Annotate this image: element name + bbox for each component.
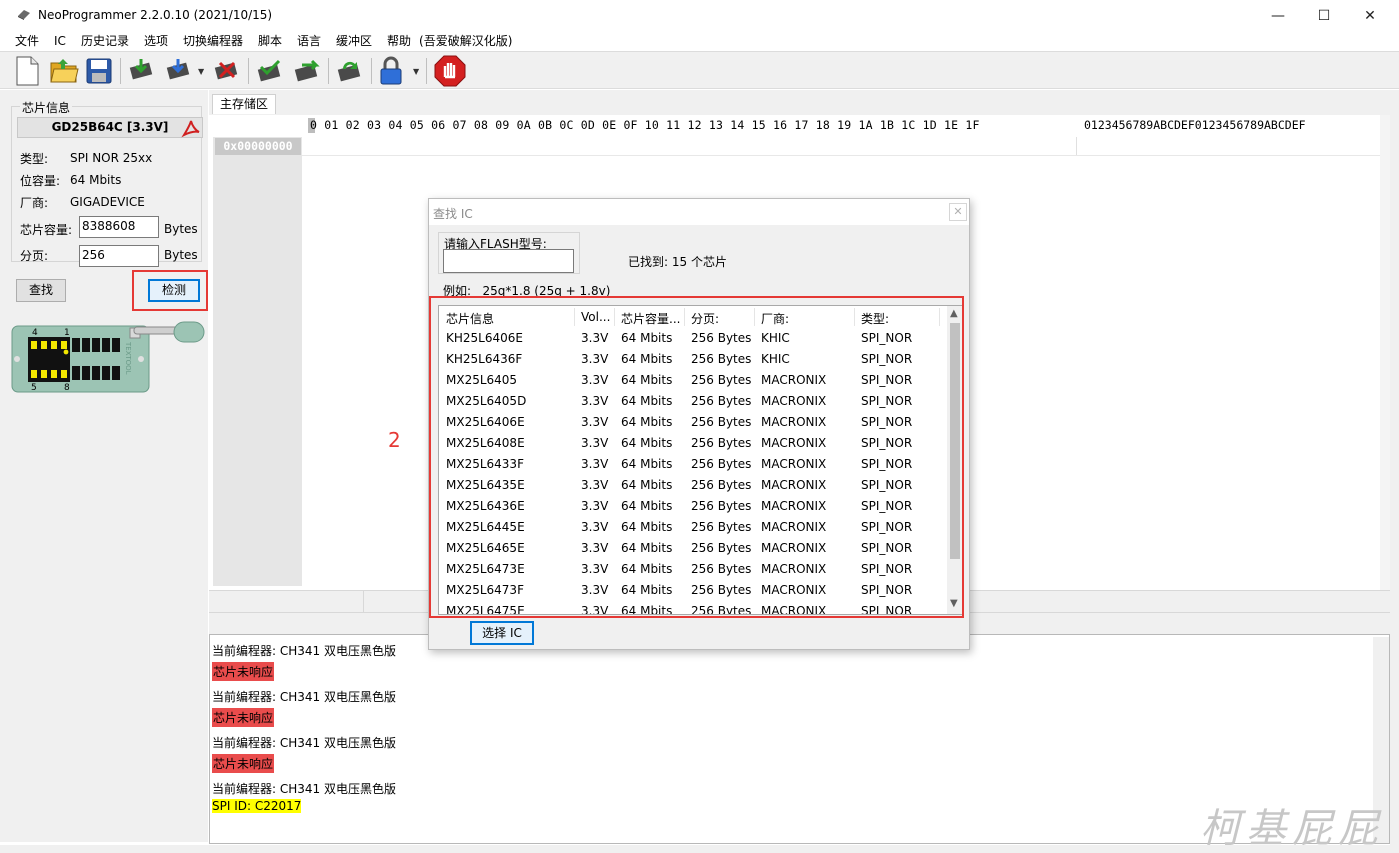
write-chip-icon[interactable] <box>163 55 195 87</box>
pdf-icon[interactable] <box>180 118 202 138</box>
tab-main-memory[interactable]: 主存储区 <box>212 94 276 114</box>
socket-brand: TEXTOOL <box>124 341 132 375</box>
type-value: SPI NOR 25xx <box>70 151 153 165</box>
close-button[interactable]: ✕ <box>1347 0 1393 31</box>
pin1-label: 1 <box>64 328 70 338</box>
menu-buffer[interactable]: 缓冲区 <box>336 31 372 51</box>
menu-help[interactable]: 帮助 <box>387 31 411 51</box>
size-label: 芯片容量: <box>20 223 73 237</box>
stop-icon[interactable] <box>434 55 466 87</box>
size-field[interactable]: 8388608 <box>79 216 159 238</box>
hex-column-header: 0 01 02 03 04 05 06 07 08 09 0A 0B 0C 0D… <box>310 118 980 132</box>
toolbar: ▼ ▼ <box>0 51 1399 89</box>
menu-language[interactable]: 语言 <box>297 31 321 51</box>
read-chip-icon[interactable] <box>126 55 158 87</box>
ascii-column-header: 0123456789ABCDEF0123456789ABCDEF <box>1084 118 1306 132</box>
dialog-title-bar: 查找 IC ✕ <box>429 199 969 225</box>
pin4-label: 4 <box>32 328 38 338</box>
write-dropdown-icon[interactable]: ▼ <box>198 67 204 76</box>
window-title: NeoProgrammer 2.2.0.10 (2021/10/15) <box>38 8 273 22</box>
minimize-button[interactable]: — <box>1255 0 1301 31</box>
menu-ic[interactable]: IC <box>54 31 66 51</box>
tab-strip <box>209 90 1390 115</box>
log-line: 当前编程器: CH341 双电压黑色版 <box>212 690 396 704</box>
vendor-value: GIGADEVICE <box>70 195 145 209</box>
pin5-label: 5 <box>31 383 37 393</box>
erase-chip-icon[interactable] <box>211 55 243 87</box>
type-label: 类型: <box>20 152 49 166</box>
menu-options[interactable]: 选项 <box>144 31 168 51</box>
maximize-button[interactable]: ☐ <box>1301 0 1347 31</box>
app-icon <box>18 10 30 20</box>
log-line: 芯片未响应 <box>212 754 275 773</box>
chip-info-title: 芯片信息 <box>20 99 73 116</box>
menu-credit: (吾爱破解汉化版) <box>419 34 513 48</box>
bottom-edge <box>0 845 1399 853</box>
auto-icon[interactable] <box>334 55 366 87</box>
title-bar: NeoProgrammer 2.2.0.10 (2021/10/15) — ☐ … <box>0 0 1399 31</box>
page-field[interactable]: 256 <box>79 245 159 267</box>
zif-socket-image: 4 1 5 8 TEXTOOL <box>11 321 205 393</box>
address-cell: 0x00000000 <box>215 138 301 155</box>
save-icon[interactable] <box>83 55 115 87</box>
vendor-label: 厂商: <box>20 196 49 210</box>
pin8-label: 8 <box>64 383 70 393</box>
highlight-box-2 <box>429 296 964 618</box>
menu-bar: 文件 IC 历史记录 选项 切换编程器 脚本 语言 缓冲区 帮助 (吾爱破解汉化… <box>0 31 1399 51</box>
menu-history[interactable]: 历史记录 <box>81 31 129 51</box>
size-unit: Bytes <box>164 222 198 236</box>
open-folder-icon[interactable] <box>48 55 80 87</box>
menu-script[interactable]: 脚本 <box>258 31 282 51</box>
highlight-box-1 <box>132 270 208 311</box>
protect-lock-icon[interactable] <box>375 55 407 87</box>
menu-file[interactable]: 文件 <box>15 31 39 51</box>
log-line: 芯片未响应 <box>212 662 275 681</box>
select-ic-button[interactable]: 选择 IC <box>470 621 534 645</box>
log-line: 当前编程器: CH341 双电压黑色版 <box>212 782 396 796</box>
log-line: 芯片未响应 <box>212 708 275 727</box>
verify-chip-icon[interactable] <box>254 55 286 87</box>
dialog-title: 查找 IC <box>433 207 473 221</box>
blank-check-icon[interactable] <box>291 55 323 87</box>
annotation-2: 2 <box>388 428 401 452</box>
page-unit: Bytes <box>164 248 198 262</box>
log-line: 当前编程器: CH341 双电压黑色版 <box>212 736 396 750</box>
hex-row-divider <box>302 155 1380 156</box>
protect-dropdown-icon[interactable]: ▼ <box>413 67 419 76</box>
chip-name: GD25B64C [3.3V] <box>17 117 203 138</box>
log-line: SPI ID: C22017 <box>212 799 302 813</box>
bits-label: 位容量: <box>20 174 61 188</box>
menu-switch-programmer[interactable]: 切换编程器 <box>183 31 243 51</box>
page-label: 分页: <box>20 249 49 263</box>
dialog-close-button[interactable]: ✕ <box>949 203 967 221</box>
flash-search-input[interactable] <box>443 249 574 273</box>
hex-ascii-divider <box>1076 137 1077 155</box>
editor-scrollbar[interactable] <box>1380 115 1390 590</box>
log-line: 当前编程器: CH341 双电压黑色版 <box>212 644 396 658</box>
right-edge <box>1390 90 1399 850</box>
address-column <box>213 137 302 586</box>
find-button[interactable]: 查找 <box>16 279 66 302</box>
found-count: 已找到: 15 个芯片 <box>628 255 727 269</box>
bits-value: 64 Mbits <box>70 173 122 187</box>
new-file-icon[interactable] <box>11 55 43 87</box>
